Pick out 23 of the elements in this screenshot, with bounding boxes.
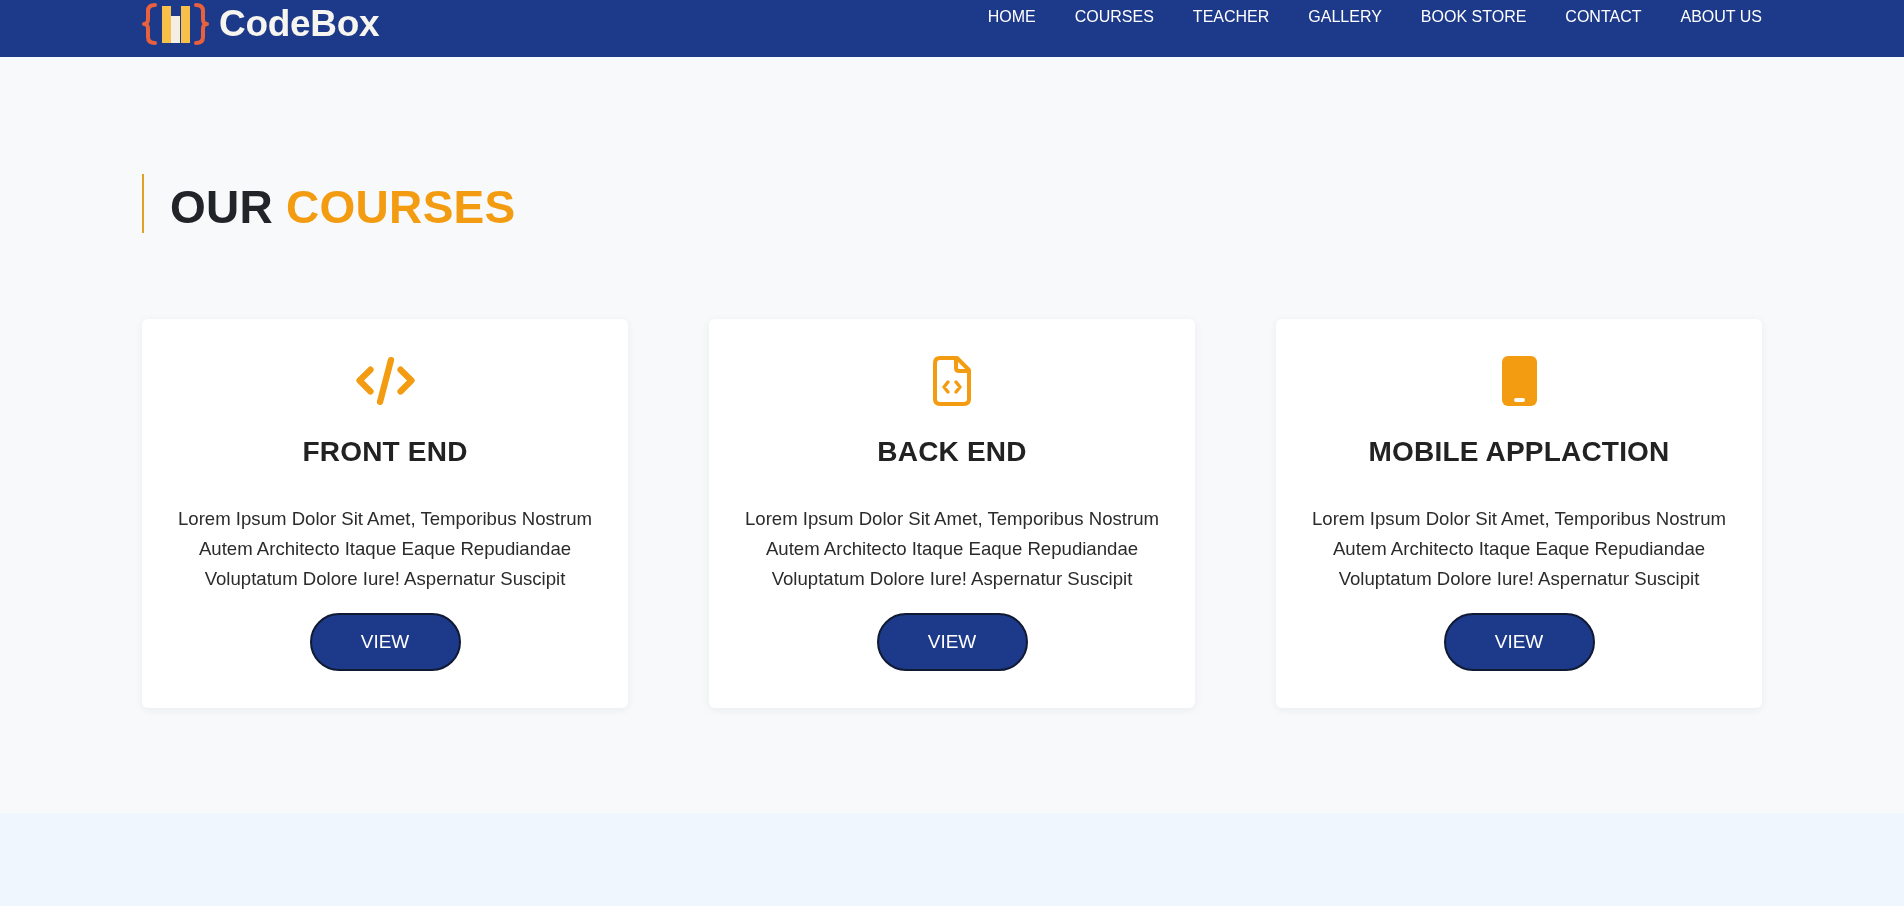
nav-link[interactable]: TEACHER — [1192, 5, 1270, 29]
nav-link[interactable]: ABOUT US — [1680, 5, 1762, 29]
course-title: FRONT END — [302, 435, 468, 469]
nav-link[interactable]: BOOK STORE — [1420, 5, 1527, 29]
view-button[interactable]: VIEW — [309, 613, 461, 671]
course-description: Lorem Ipsum Dolor Sit Amet, Temporibus Nostrum Autem Architecto Itaque Eaque Repudiandae Voluptatum Dolore Iure! Aspernatur Suscipit — [177, 507, 593, 591]
logo-icon — [142, 3, 209, 45]
nav-link[interactable]: CONTACT — [1565, 5, 1642, 29]
code-icon — [353, 356, 417, 406]
nav-link[interactable]: HOME — [987, 5, 1036, 29]
section-title: OUR COURSES — [142, 174, 516, 233]
view-button[interactable]: VIEW — [876, 613, 1028, 671]
course-title: BACK END — [877, 435, 1027, 469]
nav-link[interactable]: COURSES — [1074, 5, 1154, 29]
nav-link[interactable]: GALLERY — [1308, 5, 1382, 29]
course-description: Lorem Ipsum Dolor Sit Amet, Temporibus Nostrum Autem Architecto Itaque Eaque Repudiandae Voluptatum Dolore Iure! Aspernatur Suscipit — [744, 507, 1160, 591]
course-description: Lorem Ipsum Dolor Sit Amet, Temporibus Nostrum Autem Architecto Itaque Eaque Repudiandae Voluptatum Dolore Iure! Aspernatur Suscipit — [1311, 507, 1727, 591]
mobile-phone-icon — [1501, 356, 1537, 406]
logo-text: CodeBox — [219, 3, 380, 45]
course-title: MOBILE APPLACTION — [1368, 435, 1670, 469]
logo[interactable]: CodeBox — [142, 3, 380, 45]
file-code-icon — [933, 356, 971, 406]
view-button[interactable]: VIEW — [1443, 613, 1595, 671]
